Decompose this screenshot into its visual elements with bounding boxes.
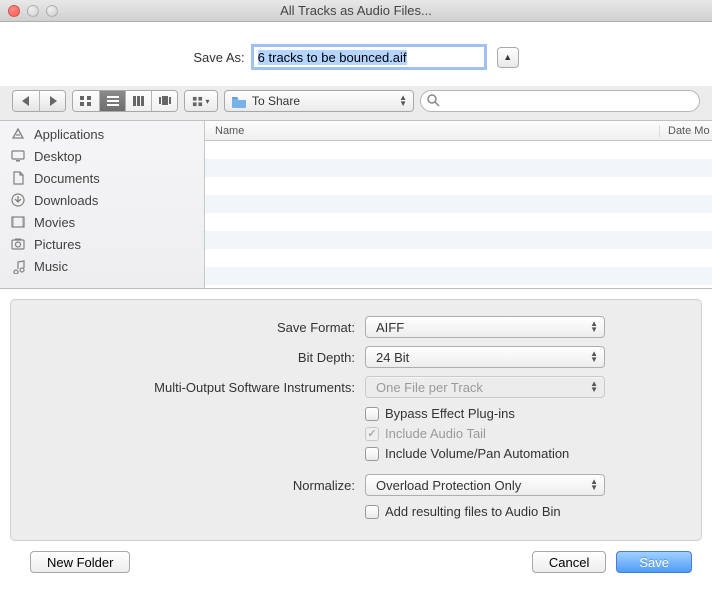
sidebar-item-label: Desktop: [34, 149, 82, 164]
list-view-button[interactable]: [99, 91, 125, 111]
coverflow-icon: [158, 95, 172, 107]
column-view-button[interactable]: [125, 91, 151, 111]
cancel-button[interactable]: Cancel: [532, 551, 606, 573]
footer: New Folder Cancel Save: [0, 551, 712, 585]
bit-depth-label: Bit Depth:: [35, 350, 365, 365]
updown-arrows-icon: ▲▼: [590, 321, 598, 333]
search-icon: [427, 94, 440, 107]
column-headers: Name Date Mo: [205, 121, 712, 141]
add-to-bin-label: Add resulting files to Audio Bin: [385, 504, 561, 519]
save-format-popup[interactable]: AIFF ▲▼: [365, 316, 605, 338]
sidebar-item-music[interactable]: Music: [0, 255, 204, 277]
volume-pan-checkbox[interactable]: [365, 447, 379, 461]
include-tail-checkbox: ✓: [365, 427, 379, 441]
icon-view-button[interactable]: [73, 91, 99, 111]
sidebar-item-label: Pictures: [34, 237, 81, 252]
back-button[interactable]: [13, 91, 39, 111]
bit-depth-value: 24 Bit: [376, 350, 409, 365]
forward-button[interactable]: [39, 91, 65, 111]
updown-arrows-icon: ▲▼: [399, 95, 407, 107]
sidebar-item-desktop[interactable]: Desktop: [0, 145, 204, 167]
sidebar-item-downloads[interactable]: Downloads: [0, 189, 204, 211]
file-rows: [205, 141, 712, 288]
sidebar-item-label: Movies: [34, 215, 75, 230]
traffic-lights: [8, 5, 58, 17]
bit-depth-popup[interactable]: 24 Bit ▲▼: [365, 346, 605, 368]
save-as-label: Save As:: [193, 50, 244, 65]
folder-name: To Share: [252, 94, 300, 108]
grid-icon: [79, 95, 93, 107]
sidebar: Applications Desktop Documents Downloads…: [0, 121, 205, 288]
add-to-bin-checkbox[interactable]: [365, 505, 379, 519]
multi-output-popup: One File per Track ▲▼: [365, 376, 605, 398]
folder-icon: [231, 95, 247, 108]
pictures-icon: [10, 236, 26, 252]
desktop-icon: [10, 148, 26, 164]
new-folder-button[interactable]: New Folder: [30, 551, 130, 573]
movies-icon: [10, 214, 26, 230]
updown-arrows-icon: ▲▼: [590, 479, 598, 491]
options-pane: Save Format: AIFF ▲▼ Bit Depth: 24 Bit ▲…: [10, 299, 702, 541]
search-field-wrap: [420, 90, 700, 112]
expand-collapse-button[interactable]: ▲: [497, 47, 519, 68]
chevron-up-icon: ▲: [503, 52, 512, 62]
arrange-button[interactable]: ▾: [185, 91, 217, 111]
volume-pan-label: Include Volume/Pan Automation: [385, 446, 569, 461]
bypass-label: Bypass Effect Plug-ins: [385, 406, 515, 421]
window-title: All Tracks as Audio Files...: [0, 3, 712, 18]
file-list: Name Date Mo: [205, 121, 712, 288]
normalize-label: Normalize:: [35, 478, 365, 493]
folder-popup[interactable]: To Share ▲▼: [224, 90, 414, 112]
triangle-left-icon: [22, 96, 30, 106]
updown-arrows-icon: ▲▼: [590, 381, 598, 393]
arrange-icon: [192, 96, 203, 107]
downloads-icon: [10, 192, 26, 208]
include-tail-label: Include Audio Tail: [385, 426, 486, 441]
sidebar-item-label: Documents: [34, 171, 100, 186]
multi-output-value: One File per Track: [376, 380, 483, 395]
view-mode-group: [72, 90, 178, 112]
documents-icon: [10, 170, 26, 186]
updown-arrows-icon: ▲▼: [590, 351, 598, 363]
bypass-checkbox[interactable]: [365, 407, 379, 421]
sidebar-item-label: Applications: [34, 127, 104, 142]
file-browser: Applications Desktop Documents Downloads…: [0, 121, 712, 289]
nav-group: [12, 90, 66, 112]
column-date[interactable]: Date Mo: [660, 125, 712, 137]
normalize-popup[interactable]: Overload Protection Only ▲▼: [365, 474, 605, 496]
columns-icon: [132, 95, 146, 107]
music-icon: [10, 258, 26, 274]
save-button[interactable]: Save: [616, 551, 692, 573]
sidebar-item-label: Downloads: [34, 193, 98, 208]
zoom-window-button: [46, 5, 58, 17]
applications-icon: [10, 126, 26, 142]
chevron-down-icon: ▾: [205, 97, 209, 106]
save-format-label: Save Format:: [35, 320, 365, 335]
multi-output-label: Multi-Output Software Instruments:: [35, 380, 365, 395]
minimize-window-button: [27, 5, 39, 17]
normalize-value: Overload Protection Only: [376, 478, 521, 493]
sidebar-item-label: Music: [34, 259, 68, 274]
sidebar-item-documents[interactable]: Documents: [0, 167, 204, 189]
search-input[interactable]: [420, 90, 700, 112]
save-as-input[interactable]: [253, 46, 485, 68]
list-icon: [106, 95, 120, 107]
save-format-value: AIFF: [376, 320, 404, 335]
close-window-button[interactable]: [8, 5, 20, 17]
browser-toolbar: ▾ To Share ▲▼: [0, 86, 712, 121]
sidebar-item-movies[interactable]: Movies: [0, 211, 204, 233]
triangle-right-icon: [49, 96, 57, 106]
arrange-group: ▾: [184, 90, 218, 112]
sidebar-item-applications[interactable]: Applications: [0, 123, 204, 145]
titlebar: All Tracks as Audio Files...: [0, 0, 712, 22]
sidebar-item-pictures[interactable]: Pictures: [0, 233, 204, 255]
column-name[interactable]: Name: [205, 125, 660, 137]
save-as-row: Save As: ▲: [0, 22, 712, 86]
coverflow-view-button[interactable]: [151, 91, 177, 111]
